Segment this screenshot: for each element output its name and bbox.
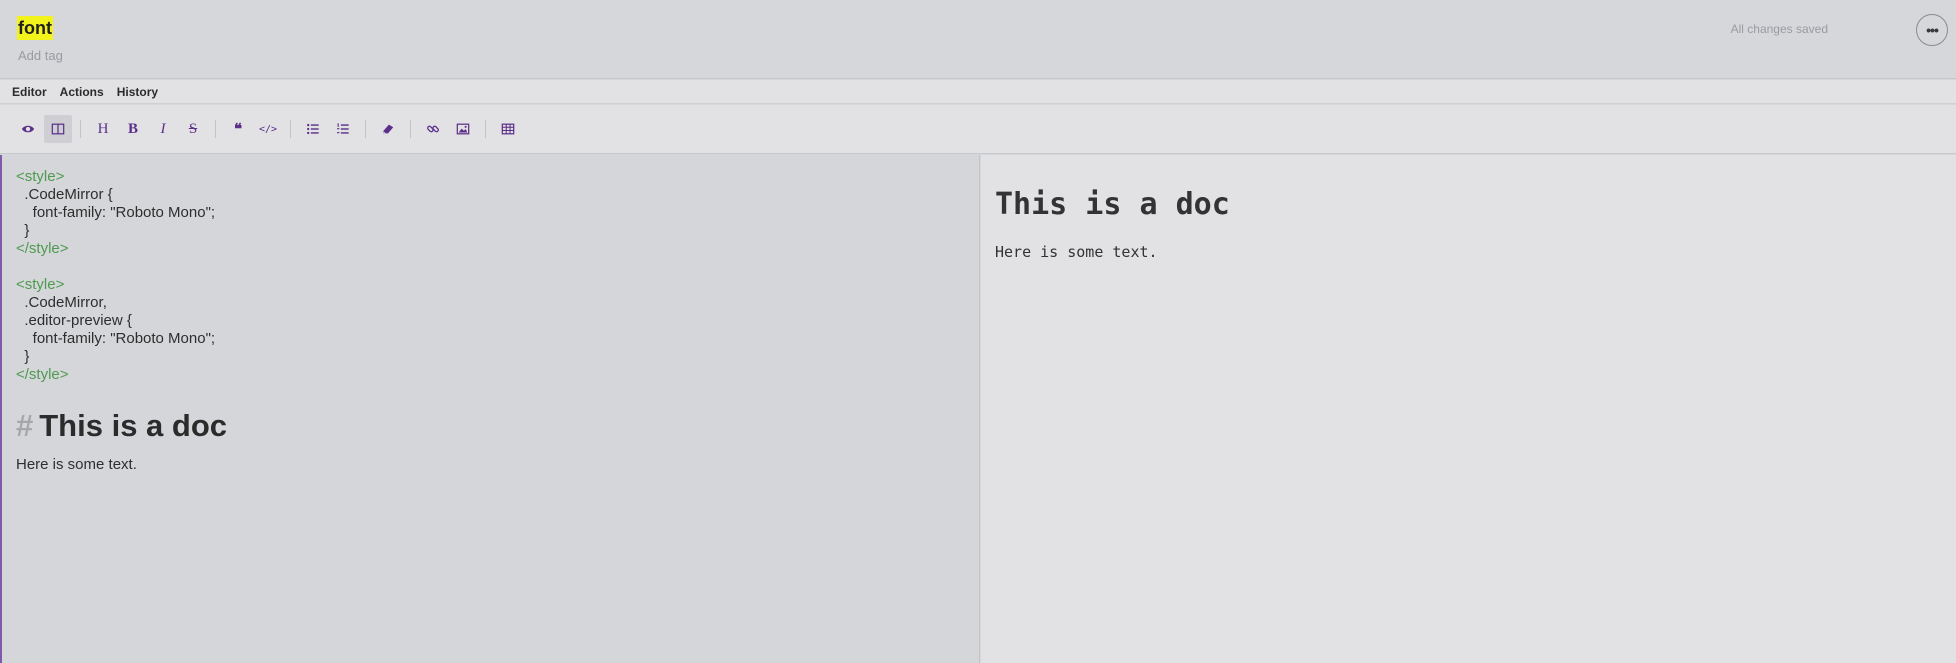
- note-header: font Add tag All changes saved •••: [0, 0, 1956, 79]
- toolbar-divider: [410, 120, 411, 138]
- code-line: <style>: [16, 276, 65, 293]
- code-line: .CodeMirror,: [16, 294, 107, 311]
- italic-button[interactable]: I: [149, 115, 177, 143]
- toolbar-divider: [215, 120, 216, 138]
- more-icon: •••: [1926, 22, 1939, 38]
- save-status: All changes saved: [1730, 22, 1828, 36]
- bullet-list-icon: [307, 123, 319, 135]
- code-icon: </>: [258, 123, 278, 135]
- strikethrough-icon: S: [188, 120, 198, 137]
- editor-heading-text: This is a doc: [39, 408, 228, 443]
- quote-button[interactable]: ❝: [224, 115, 252, 143]
- heading-icon: H: [97, 120, 109, 137]
- markdown-editor[interactable]: <style> .CodeMirror { font-family: "Robo…: [0, 155, 980, 663]
- toolbar-divider: [290, 120, 291, 138]
- menu-actions[interactable]: Actions: [60, 85, 104, 99]
- toolbar-divider: [485, 120, 486, 138]
- markdown-preview: This is a doc Here is some text.: [981, 155, 1956, 663]
- link-icon: [427, 125, 439, 133]
- preview-toggle-button[interactable]: [14, 115, 42, 143]
- note-title[interactable]: font: [17, 16, 53, 40]
- clear-formatting-button[interactable]: [374, 115, 402, 143]
- menu-history[interactable]: History: [117, 85, 158, 99]
- table-button[interactable]: [494, 115, 522, 143]
- preview-heading: This is a doc: [995, 187, 1230, 222]
- code-line: font-family: "Roboto Mono";: [16, 204, 216, 221]
- italic-icon: I: [160, 120, 166, 137]
- ordered-list-button[interactable]: [329, 115, 357, 143]
- toolbar-divider: [80, 120, 81, 138]
- code-line: .editor-preview {: [16, 312, 132, 329]
- editor-content[interactable]: <style> .CodeMirror { font-family: "Robo…: [16, 168, 227, 474]
- code-line: <style>: [16, 168, 65, 185]
- heading-marker: #: [16, 408, 34, 443]
- editor-paragraph: Here is some text.: [16, 456, 137, 473]
- code-line: </style>: [16, 366, 69, 383]
- image-icon: [456, 123, 470, 135]
- quote-icon: ❝: [233, 121, 243, 138]
- editor-heading: # This is a doc: [16, 408, 227, 444]
- unordered-list-button[interactable]: [299, 115, 327, 143]
- table-icon: [501, 123, 515, 135]
- bold-button[interactable]: B: [119, 115, 147, 143]
- heading-button[interactable]: H: [89, 115, 117, 143]
- code-line: .CodeMirror {: [16, 186, 113, 203]
- menu-bar: Editor Actions History: [0, 80, 1956, 104]
- link-button[interactable]: [419, 115, 447, 143]
- eye-icon: [21, 125, 35, 133]
- strikethrough-button[interactable]: S: [179, 115, 207, 143]
- code-line: font-family: "Roboto Mono";: [16, 330, 216, 347]
- add-tag-input[interactable]: Add tag: [18, 48, 63, 63]
- code-button[interactable]: </>: [254, 115, 282, 143]
- code-line: }: [16, 222, 30, 239]
- menu-editor[interactable]: Editor: [12, 85, 47, 99]
- side-by-side-button[interactable]: [44, 115, 72, 143]
- toolbar-divider: [365, 120, 366, 138]
- code-line: </style>: [16, 240, 69, 257]
- editor-toolbar: H B I S ❝ </>: [0, 105, 1956, 154]
- eraser-icon: [382, 124, 394, 134]
- preview-paragraph: Here is some text.: [995, 243, 1158, 261]
- columns-icon: [51, 123, 65, 135]
- image-button[interactable]: [449, 115, 477, 143]
- code-line: }: [16, 348, 30, 365]
- more-options-button[interactable]: •••: [1916, 14, 1948, 46]
- bold-icon: B: [127, 120, 138, 137]
- numbered-list-icon: [337, 123, 349, 134]
